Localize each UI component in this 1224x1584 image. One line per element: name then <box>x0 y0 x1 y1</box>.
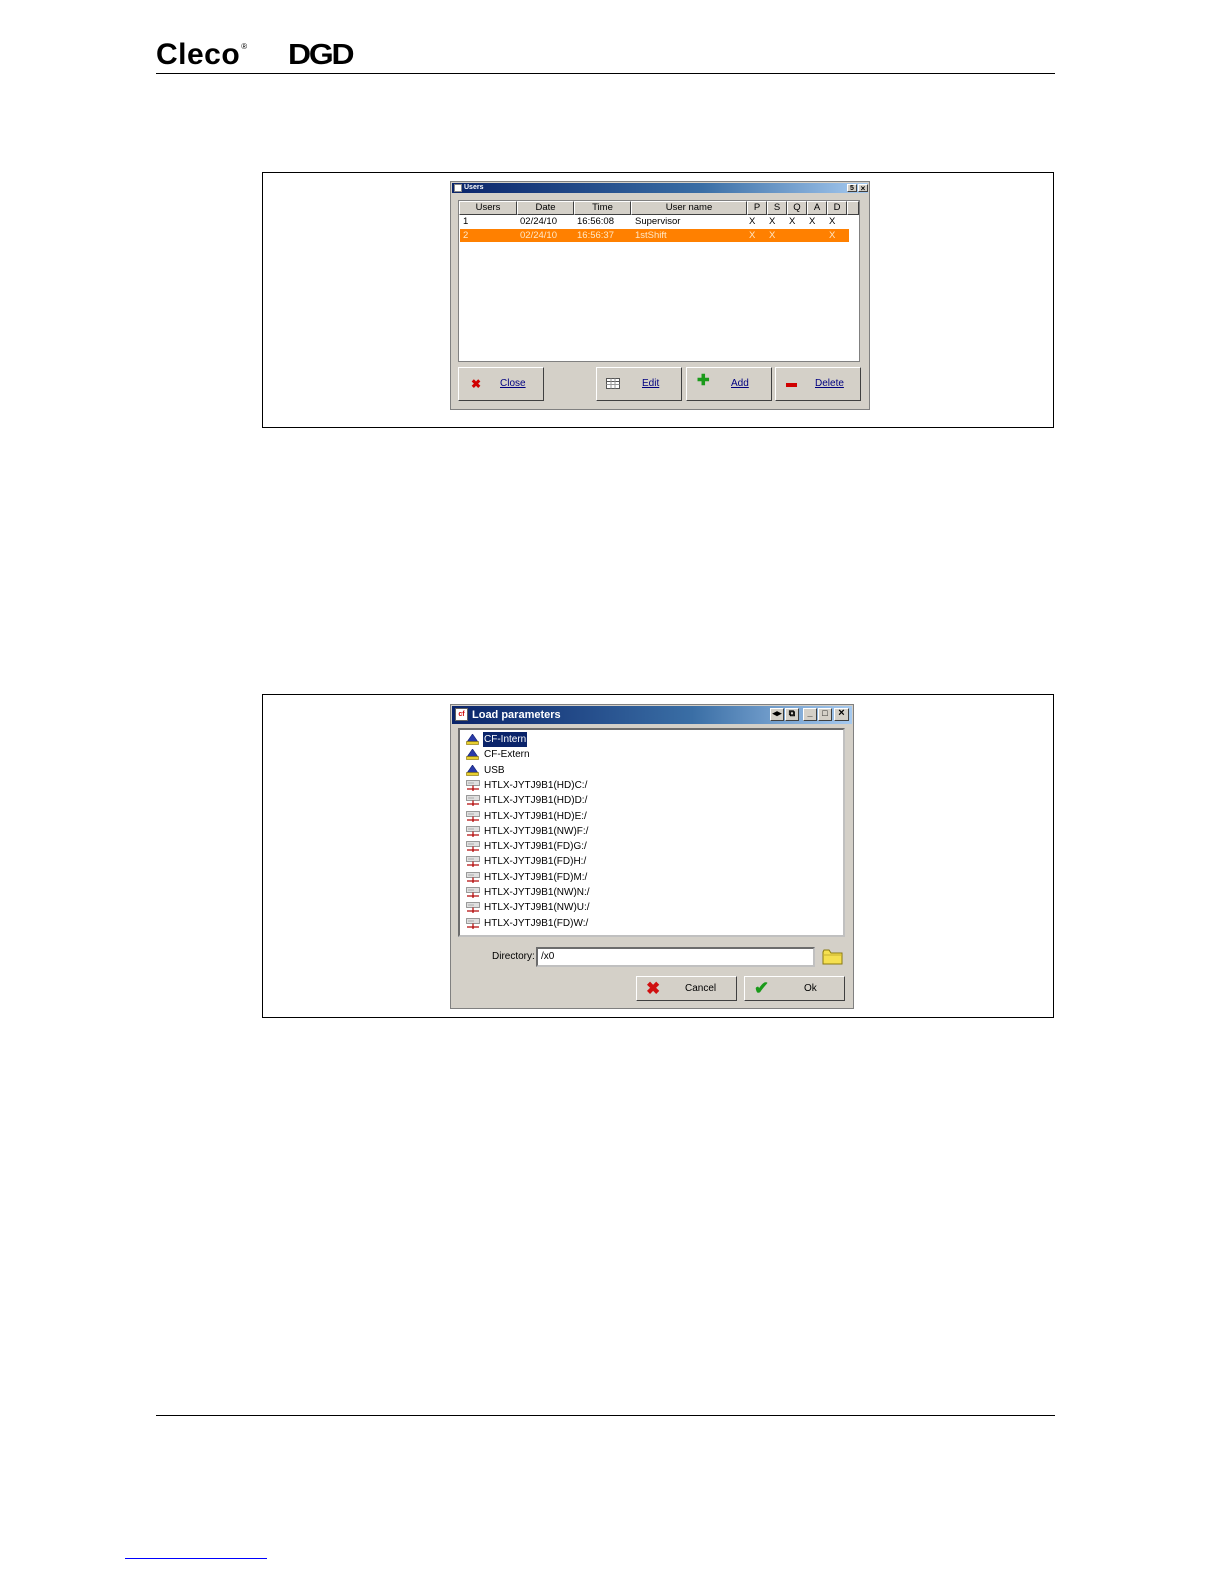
edit-button[interactable]: Edit <box>596 367 682 401</box>
drive-icon <box>466 764 479 776</box>
network-drive-icon <box>466 825 480 837</box>
resize-arrows-button[interactable]: ◂▸ <box>770 708 784 721</box>
network-drive-icon <box>466 795 480 807</box>
minimize-button[interactable]: _ <box>803 708 817 721</box>
add-button-label: Add <box>731 378 749 389</box>
cancel-button-label: Cancel <box>685 983 717 994</box>
header-rule <box>156 73 1055 74</box>
cell-user-id: 2 <box>463 230 469 241</box>
tree-item-label: USB <box>484 764 505 776</box>
users-title: Users <box>464 184 484 191</box>
ok-button[interactable]: ✔ Ok <box>744 976 845 1001</box>
cell-user-name: 1stShift <box>635 230 667 241</box>
app-icon: cf <box>455 708 468 721</box>
cell-date: 02/24/10 <box>520 230 557 241</box>
cell-p: X <box>749 216 756 227</box>
tree-item-label: HTLX-JYTJ9B1(NW)F:/ <box>484 825 589 837</box>
close-window-button[interactable]: × <box>858 184 868 193</box>
users-titlebar[interactable]: Users 5 × <box>452 183 868 193</box>
directory-label: Directory: <box>492 951 535 962</box>
column-header-q[interactable]: Q <box>787 201 807 215</box>
cell-user-name: Supervisor <box>635 216 681 227</box>
tree-item-label: CF-Extern <box>484 749 530 761</box>
ok-button-label: Ok <box>804 983 817 994</box>
tree-item-label: HTLX-JYTJ9B1(FD)M:/ <box>484 871 588 883</box>
network-drive-icon <box>466 780 480 791</box>
tree-item-label: HTLX-JYTJ9B1(NW)U:/ <box>484 902 590 914</box>
browse-folder-button[interactable] <box>822 948 844 965</box>
drive-icon <box>466 749 479 761</box>
drive-tree[interactable]: CF-Intern CF-Extern USB HTLX-JYTJ9B1(HD)C:/… <box>458 728 845 937</box>
footer-link-underline <box>125 1558 267 1559</box>
tree-item-label: HTLX-JYTJ9B1(NW)N:/ <box>484 887 590 898</box>
cell-s: X <box>769 230 776 241</box>
column-header-users[interactable]: Users <box>459 201 517 215</box>
restore-button[interactable]: 5 <box>847 184 857 192</box>
load-parameters-titlebar[interactable]: cf Load parameters ◂▸ ⧉ _ □ × <box>452 706 852 724</box>
folder-icon <box>822 949 843 965</box>
minus-icon <box>786 383 797 387</box>
close-button-label: Close <box>500 378 526 389</box>
network-drive-icon <box>466 841 480 853</box>
cell-date: 02/24/10 <box>520 216 557 227</box>
add-button[interactable]: ✚ Add <box>686 367 772 401</box>
column-header-user-name[interactable]: User name <box>631 201 747 215</box>
plus-icon: ✚ <box>697 372 710 389</box>
tree-item-label: HTLX-JYTJ9B1(HD)E:/ <box>484 810 587 822</box>
tree-item-label: HTLX-JYTJ9B1(FD)G:/ <box>484 841 587 853</box>
network-drive-icon <box>466 856 480 868</box>
users-table[interactable]: Users Date Time User name P S Q A D 1 02… <box>458 200 860 362</box>
tree-item-label: HTLX-JYTJ9B1(FD)H:/ <box>484 856 587 868</box>
refresh-button[interactable]: ⧉ <box>785 708 799 721</box>
directory-input[interactable]: /x0 <box>536 947 815 967</box>
tree-item-label: HTLX-JYTJ9B1(HD)D:/ <box>484 795 588 807</box>
cleco-logo: Cleco® <box>156 38 248 71</box>
tree-item-label: HTLX-JYTJ9B1(HD)C:/ <box>484 779 588 791</box>
checkmark-icon: ✔ <box>754 978 770 998</box>
column-header-time[interactable]: Time <box>574 201 631 215</box>
cell-time: 16:56:08 <box>577 216 614 227</box>
column-header-date[interactable]: Date <box>517 201 574 215</box>
cell-d: X <box>829 216 836 227</box>
close-button[interactable]: ✖ Close <box>458 367 544 401</box>
dgd-logo: DGD <box>288 39 355 71</box>
column-header-p[interactable]: P <box>747 201 767 215</box>
footer-rule <box>156 1415 1055 1416</box>
cancel-button[interactable]: ✖ Cancel <box>636 976 737 1001</box>
column-header-s[interactable]: S <box>767 201 787 215</box>
users-window-icon <box>454 184 462 192</box>
network-drive-icon <box>466 887 480 898</box>
table-row-selected[interactable]: 2 02/24/10 16:56:37 1stShift X X X <box>460 229 849 242</box>
cancel-icon: ✖ <box>646 979 661 998</box>
table-edit-icon <box>606 378 620 391</box>
table-row[interactable]: 1 02/24/10 16:56:08 Supervisor X X X X X <box>460 215 849 228</box>
cell-p: X <box>749 230 756 241</box>
cell-user-id: 1 <box>463 216 469 227</box>
load-parameters-title: Load parameters <box>472 709 561 721</box>
close-window-button[interactable]: × <box>834 708 849 721</box>
column-header-d[interactable]: D <box>827 201 847 215</box>
cell-q: X <box>789 216 796 227</box>
tree-item-label: HTLX-JYTJ9B1(FD)W:/ <box>484 917 589 929</box>
column-header-spacer <box>847 201 859 215</box>
cell-s: X <box>769 216 776 227</box>
network-drive-icon <box>466 871 480 883</box>
cell-time: 16:56:37 <box>577 230 614 241</box>
network-drive-icon <box>466 917 480 929</box>
cell-d: X <box>829 230 836 241</box>
edit-button-label: Edit <box>642 378 660 389</box>
network-drive-icon <box>466 810 480 822</box>
cell-a: X <box>809 216 816 227</box>
drive-icon <box>466 734 479 745</box>
network-drive-icon <box>466 902 480 914</box>
tree-item-label: CF-Intern <box>481 731 529 748</box>
close-icon: ✖ <box>471 377 482 391</box>
delete-button[interactable]: Delete <box>775 367 861 401</box>
delete-button-label: Delete <box>815 378 844 389</box>
maximize-button[interactable]: □ <box>818 708 832 721</box>
column-header-a[interactable]: A <box>807 201 827 215</box>
